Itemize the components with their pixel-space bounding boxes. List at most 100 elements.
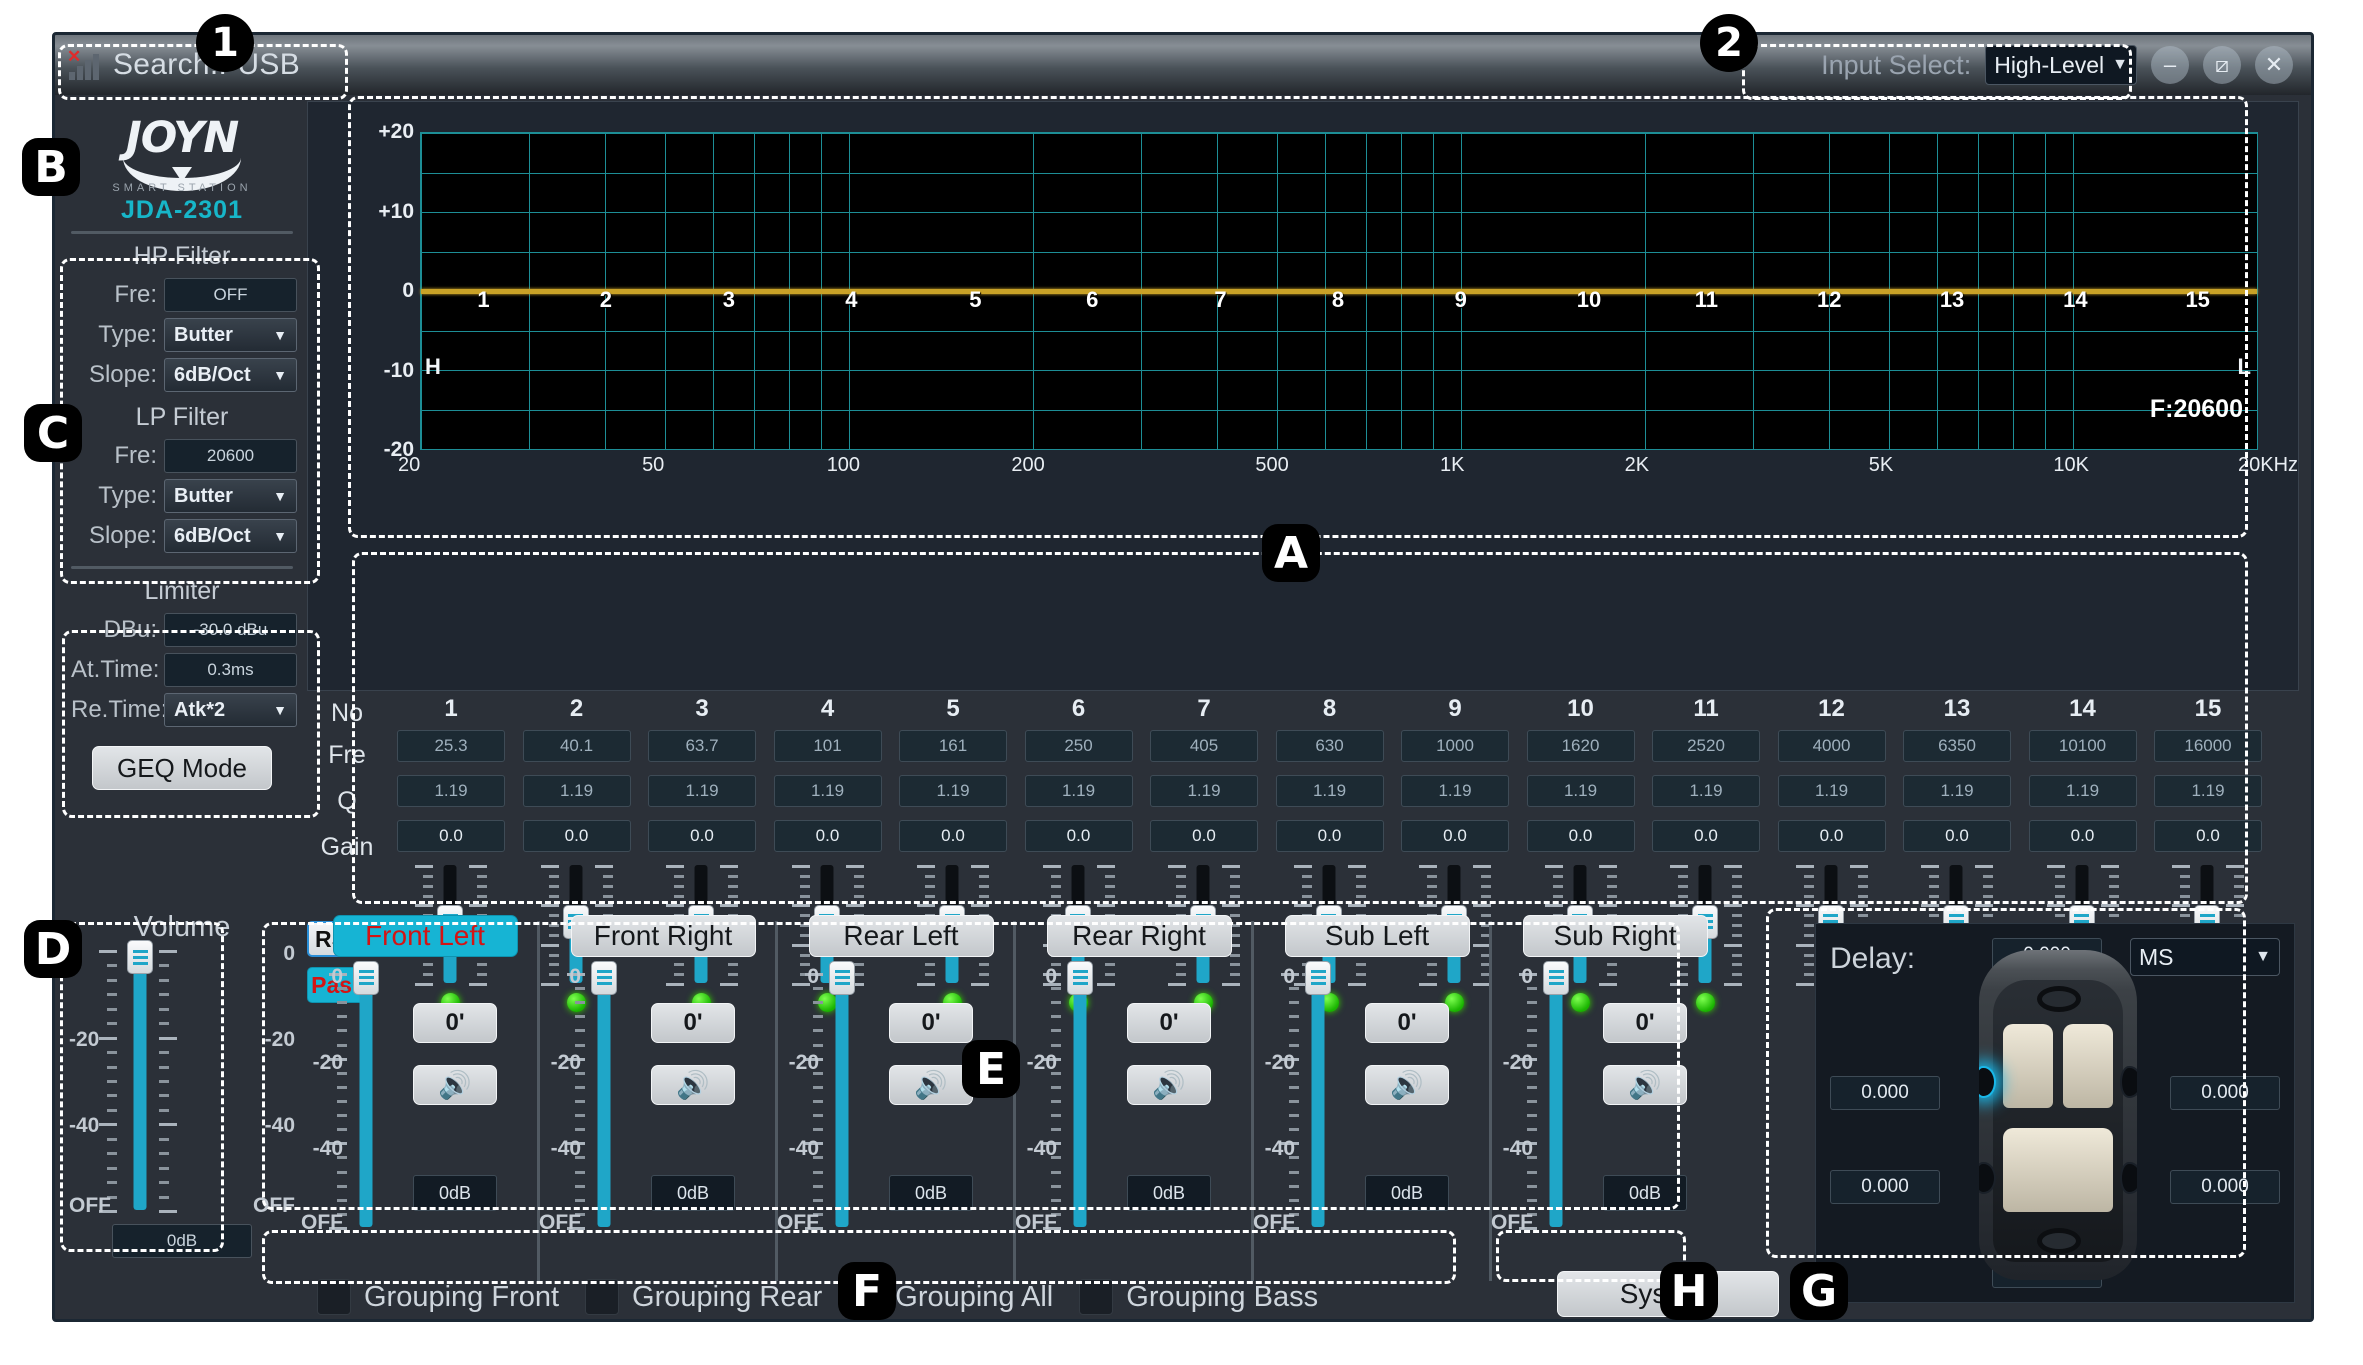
channel-select-button[interactable]: Rear Right xyxy=(1046,915,1232,957)
eq-band-q-field[interactable]: 1.19 xyxy=(1526,775,1635,807)
channel-phase-button[interactable]: 0' xyxy=(1365,1003,1449,1043)
eq-band-gain-field[interactable]: 0.0 xyxy=(1903,820,2011,852)
eq-band-marker[interactable]: 2 xyxy=(600,287,612,313)
eq-band-marker[interactable]: 10 xyxy=(1577,287,1601,313)
eq-band-frequency-field[interactable]: 1620 xyxy=(1526,730,1635,762)
grouping-option[interactable]: Grouping Rear xyxy=(585,1279,822,1315)
delay-rear-right-field[interactable]: 0.000 xyxy=(2170,1170,2280,1204)
slider-knob[interactable] xyxy=(1067,960,1093,995)
channel-level-field[interactable]: 0dB xyxy=(1127,1175,1211,1211)
eq-band-q-field[interactable]: 1.19 xyxy=(2028,775,2137,807)
channel-level-slider[interactable] xyxy=(589,960,619,1227)
grouping-checkbox[interactable] xyxy=(1079,1279,1114,1315)
eq-band-q-field[interactable]: 1.19 xyxy=(1024,775,1133,807)
input-select-dropdown[interactable]: High-Level ▼ xyxy=(1985,45,2137,85)
eq-band-marker[interactable]: 9 xyxy=(1455,287,1467,313)
limiter-retime-dropdown[interactable]: Atk*2 ▼ xyxy=(164,693,297,727)
eq-band-q-field[interactable]: 1.19 xyxy=(1652,775,1760,807)
eq-band-marker[interactable]: 3 xyxy=(723,287,735,313)
eq-band-marker[interactable]: 15 xyxy=(2185,287,2209,313)
lp-type-dropdown[interactable]: Butter ▼ xyxy=(164,479,297,513)
grouping-option[interactable]: Grouping Front xyxy=(317,1279,559,1315)
slider-knob[interactable] xyxy=(1543,960,1569,995)
eq-band-gain-field[interactable]: 0.0 xyxy=(1526,820,1635,852)
close-button[interactable]: ✕ xyxy=(2255,46,2293,84)
slider-knob[interactable] xyxy=(829,960,855,995)
eq-band-gain-field[interactable]: 0.0 xyxy=(1401,820,1509,852)
channel-mute-button[interactable]: 🔊 xyxy=(413,1065,497,1105)
slider-knob[interactable] xyxy=(127,940,153,975)
channel-level-slider[interactable] xyxy=(1065,960,1095,1227)
eq-band-marker[interactable]: 5 xyxy=(969,287,981,313)
lp-fre-field[interactable]: 20600 xyxy=(164,439,297,473)
minimize-button[interactable]: – xyxy=(2151,46,2189,84)
grouping-option[interactable]: Grouping Bass xyxy=(1079,1279,1318,1315)
eq-band-gain-field[interactable]: 0.0 xyxy=(397,820,505,852)
channel-level-field[interactable]: 0dB xyxy=(413,1175,497,1211)
eq-band-q-field[interactable]: 1.19 xyxy=(522,775,631,807)
channel-phase-button[interactable]: 0' xyxy=(413,1003,497,1043)
eq-band-gain-field[interactable]: 0.0 xyxy=(1150,820,1258,852)
eq-band-gain-field[interactable]: 0.0 xyxy=(773,820,882,852)
eq-band-q-field[interactable]: 1.19 xyxy=(1903,775,2011,807)
delay-rear-left-field[interactable]: 0.000 xyxy=(1830,1170,1940,1204)
eq-band-q-field[interactable]: 1.19 xyxy=(397,775,505,807)
eq-band-marker[interactable]: 13 xyxy=(1940,287,1964,313)
eq-band-gain-field[interactable]: 0.0 xyxy=(1777,820,1886,852)
grouping-checkbox[interactable] xyxy=(317,1279,351,1315)
eq-band-q-field[interactable]: 1.19 xyxy=(773,775,882,807)
eq-band-frequency-field[interactable]: 63.7 xyxy=(648,730,756,762)
volume-value-field[interactable]: 0dB xyxy=(112,1224,252,1258)
eq-response-plot[interactable]: 1 2 3 4 5 6 7 8 9 10 11 12 13 14 15 H L F:20600 xyxy=(420,132,2258,450)
eq-band-marker[interactable]: 7 xyxy=(1214,287,1226,313)
hp-type-dropdown[interactable]: Butter ▼ xyxy=(164,318,297,352)
eq-band-frequency-field[interactable]: 101 xyxy=(773,730,882,762)
geq-mode-button[interactable]: GEQ Mode xyxy=(92,746,272,790)
eq-band-gain-field[interactable]: 0.0 xyxy=(2028,820,2137,852)
grouping-checkbox[interactable] xyxy=(585,1279,620,1315)
eq-band-q-field[interactable]: 1.19 xyxy=(2154,775,2262,807)
volume-slider[interactable] xyxy=(125,940,155,1210)
limiter-attime-field[interactable]: 0.3ms xyxy=(164,653,297,687)
channel-phase-button[interactable]: 0' xyxy=(1603,1003,1687,1043)
slider-knob[interactable] xyxy=(1305,960,1331,995)
channel-select-button[interactable]: Sub Left xyxy=(1284,915,1470,957)
channel-mute-button[interactable]: 🔊 xyxy=(1127,1065,1211,1105)
eq-band-frequency-field[interactable]: 161 xyxy=(899,730,1007,762)
channel-mute-button[interactable]: 🔊 xyxy=(1603,1065,1687,1105)
hp-slope-dropdown[interactable]: 6dB/Oct ▼ xyxy=(164,358,297,392)
hp-fre-field[interactable]: OFF xyxy=(164,278,297,312)
channel-phase-button[interactable]: 0' xyxy=(1127,1003,1211,1043)
eq-band-q-field[interactable]: 1.19 xyxy=(648,775,756,807)
channel-mute-button[interactable]: 🔊 xyxy=(1365,1065,1449,1105)
eq-band-marker[interactable]: 4 xyxy=(845,287,857,313)
delay-unit-dropdown[interactable]: MS ▼ xyxy=(2130,938,2280,976)
eq-band-frequency-field[interactable]: 250 xyxy=(1024,730,1133,762)
channel-select-button[interactable]: Sub Right xyxy=(1522,915,1708,957)
volume-slider-area[interactable]: 00-20-20-40-40OFFOFF xyxy=(67,940,297,1217)
speaker-front-right-icon[interactable] xyxy=(2120,1066,2137,1098)
lp-slope-dropdown[interactable]: 6dB/Oct ▼ xyxy=(164,519,297,553)
eq-band-marker[interactable]: 6 xyxy=(1086,287,1098,313)
eq-band-gain-field[interactable]: 0.0 xyxy=(648,820,756,852)
channel-select-button[interactable]: Front Right xyxy=(570,915,756,957)
eq-band-gain-field[interactable]: 0.0 xyxy=(2154,820,2262,852)
speaker-rear-right-icon[interactable] xyxy=(2120,1162,2137,1194)
eq-band-frequency-field[interactable]: 16000 xyxy=(2154,730,2262,762)
eq-band-frequency-field[interactable]: 2520 xyxy=(1652,730,1760,762)
eq-band-q-field[interactable]: 1.19 xyxy=(1275,775,1384,807)
channel-level-field[interactable]: 0dB xyxy=(1603,1175,1687,1211)
eq-band-gain-field[interactable]: 0.0 xyxy=(1652,820,1760,852)
slider-knob[interactable] xyxy=(591,960,617,995)
eq-band-frequency-field[interactable]: 10100 xyxy=(2028,730,2137,762)
slider-knob[interactable] xyxy=(353,960,379,995)
eq-band-frequency-field[interactable]: 405 xyxy=(1150,730,1258,762)
channel-level-field[interactable]: 0dB xyxy=(651,1175,735,1211)
eq-band-marker[interactable]: 1 xyxy=(477,287,489,313)
eq-band-frequency-field[interactable]: 4000 xyxy=(1777,730,1886,762)
eq-band-frequency-field[interactable]: 40.1 xyxy=(522,730,631,762)
eq-band-frequency-field[interactable]: 630 xyxy=(1275,730,1384,762)
channel-mute-button[interactable]: 🔊 xyxy=(889,1065,973,1105)
eq-band-marker[interactable]: 11 xyxy=(1695,287,1718,313)
eq-band-q-field[interactable]: 1.19 xyxy=(1777,775,1886,807)
